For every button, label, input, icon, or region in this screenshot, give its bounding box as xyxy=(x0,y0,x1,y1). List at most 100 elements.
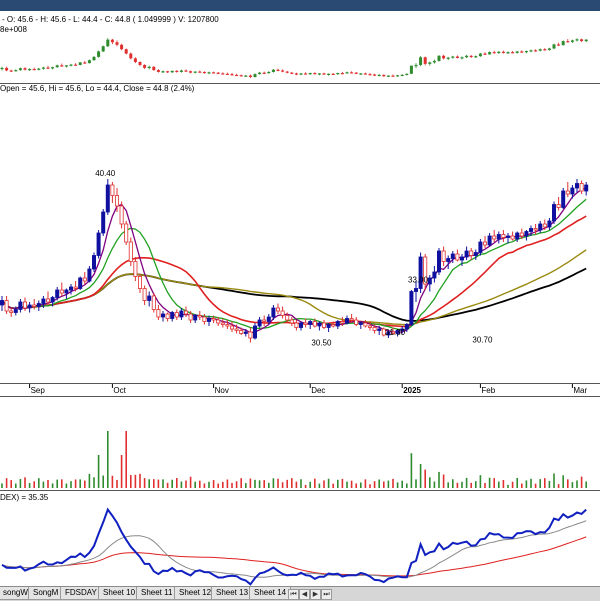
price-candle xyxy=(565,182,570,197)
price-candle xyxy=(92,252,97,272)
price-annotation: 30.70 xyxy=(472,336,493,345)
moving-averages xyxy=(1,187,587,334)
volume-bar xyxy=(208,481,210,488)
price-candle xyxy=(487,233,492,247)
price-candle xyxy=(354,317,359,326)
volume-bar xyxy=(295,481,298,488)
volume-bar xyxy=(116,479,118,488)
volume-bar xyxy=(567,479,569,488)
tab-scroll-first-icon[interactable]: ⏮ xyxy=(288,589,299,600)
volume-bar xyxy=(424,469,426,488)
volume-bar xyxy=(511,481,514,488)
price-candle xyxy=(294,320,299,331)
volume-bar xyxy=(392,478,394,488)
overview-panel: - O: 45.6 - H: 45.6 - L: 44.4 - C: 44.8 … xyxy=(0,11,600,83)
volume-bar xyxy=(217,483,219,488)
volume-bar xyxy=(15,483,17,488)
sheet-tab[interactable]: Sheet 11 xyxy=(136,587,178,600)
price-candle xyxy=(124,221,129,245)
indicator-signal-line xyxy=(1,520,587,578)
overview-header: - O: 45.6 - H: 45.6 - L: 44.4 - C: 44.8 … xyxy=(2,15,219,24)
price-candle xyxy=(78,276,83,290)
volume-bar xyxy=(111,475,114,488)
volume-bar xyxy=(235,481,238,488)
price-candle xyxy=(344,315,349,325)
price-candle xyxy=(561,188,566,209)
volume-bar xyxy=(576,480,578,488)
price-candle xyxy=(229,321,234,332)
sheet-tab[interactable]: Sheet 13 xyxy=(211,587,254,600)
volume-bar xyxy=(10,480,12,488)
sheet-tab[interactable]: FDSDAY xyxy=(60,587,102,600)
volume-bar xyxy=(502,479,505,488)
volume-bar xyxy=(562,475,564,488)
volume-bar xyxy=(249,478,252,488)
volume-bar xyxy=(387,480,390,488)
volume-bar xyxy=(544,478,546,488)
price-candle xyxy=(18,299,23,313)
indicator-header: DEX) = 35.35 xyxy=(0,493,49,502)
volume-bar xyxy=(488,477,491,488)
overview-candle xyxy=(409,65,413,75)
volume-bar xyxy=(585,481,587,488)
volume-bar xyxy=(70,481,72,488)
tab-scroll-next-icon[interactable]: ▶ xyxy=(310,589,321,600)
price-candle xyxy=(147,291,152,307)
volume-bar xyxy=(410,453,413,488)
volume-bar xyxy=(272,478,275,488)
price-candle xyxy=(170,311,175,322)
tab-scroll-last-icon[interactable]: ⏭ xyxy=(321,589,332,600)
volume-bar xyxy=(479,475,482,488)
indicator-slow-line xyxy=(1,536,587,577)
sheet-tab[interactable]: Sheet 12 xyxy=(174,587,217,600)
x-tick-label: Oct xyxy=(113,386,126,395)
price-candle xyxy=(427,275,432,292)
overview-scale: 8e+008 xyxy=(0,25,27,34)
title-bar xyxy=(0,0,600,11)
volume-bar xyxy=(433,481,436,488)
volume-bar xyxy=(438,471,440,488)
sheet-tab[interactable]: Sheet 14 xyxy=(249,587,292,600)
price-annotation: 31.30 xyxy=(385,328,406,337)
volume-bar xyxy=(534,483,537,488)
price-candle xyxy=(464,246,469,260)
volume-bar xyxy=(19,479,22,488)
sheet-tab[interactable]: Sheet 10 xyxy=(98,587,141,600)
volume-bar xyxy=(268,482,270,488)
volume-bar xyxy=(396,482,399,488)
volume-bar xyxy=(88,473,91,488)
volume-bar xyxy=(456,482,459,488)
stock-chart: - O: 45.6 - H: 45.6 - L: 44.4 - C: 44.8 … xyxy=(0,0,600,586)
volume-bar xyxy=(24,477,26,488)
price-candle xyxy=(151,293,156,313)
volume-bar xyxy=(5,478,8,488)
volume-bar xyxy=(226,479,229,488)
tab-scroll-prev-icon[interactable]: ◀ xyxy=(299,589,310,600)
price-candle xyxy=(280,306,285,319)
price-candle xyxy=(0,296,4,311)
indicator-panel: DEX) = 35.35 xyxy=(0,493,587,586)
volume-bar xyxy=(281,482,284,488)
price-candle xyxy=(128,237,133,266)
volume-bar xyxy=(475,481,477,488)
volume-bar xyxy=(521,483,523,488)
x-tick-label: 2025 xyxy=(403,386,421,395)
price-candle xyxy=(275,303,280,314)
price-candle xyxy=(358,321,363,329)
sheet-tab[interactable]: SongM xyxy=(28,587,64,600)
price-candle xyxy=(423,254,428,290)
price-candle xyxy=(197,311,202,320)
volume-bar xyxy=(415,479,417,488)
volume-bar xyxy=(341,478,344,488)
price-candle xyxy=(584,182,589,196)
volume-bar xyxy=(580,476,583,488)
volume-bar xyxy=(185,480,187,488)
volume-bar xyxy=(557,484,560,488)
volume-bar xyxy=(166,482,169,488)
volume-bar xyxy=(176,478,178,488)
ma-purple-line xyxy=(1,187,587,334)
volume-bar xyxy=(130,475,132,488)
indicator-index-line xyxy=(1,507,587,586)
volume-bar xyxy=(97,455,100,488)
volume-bar xyxy=(1,483,3,488)
